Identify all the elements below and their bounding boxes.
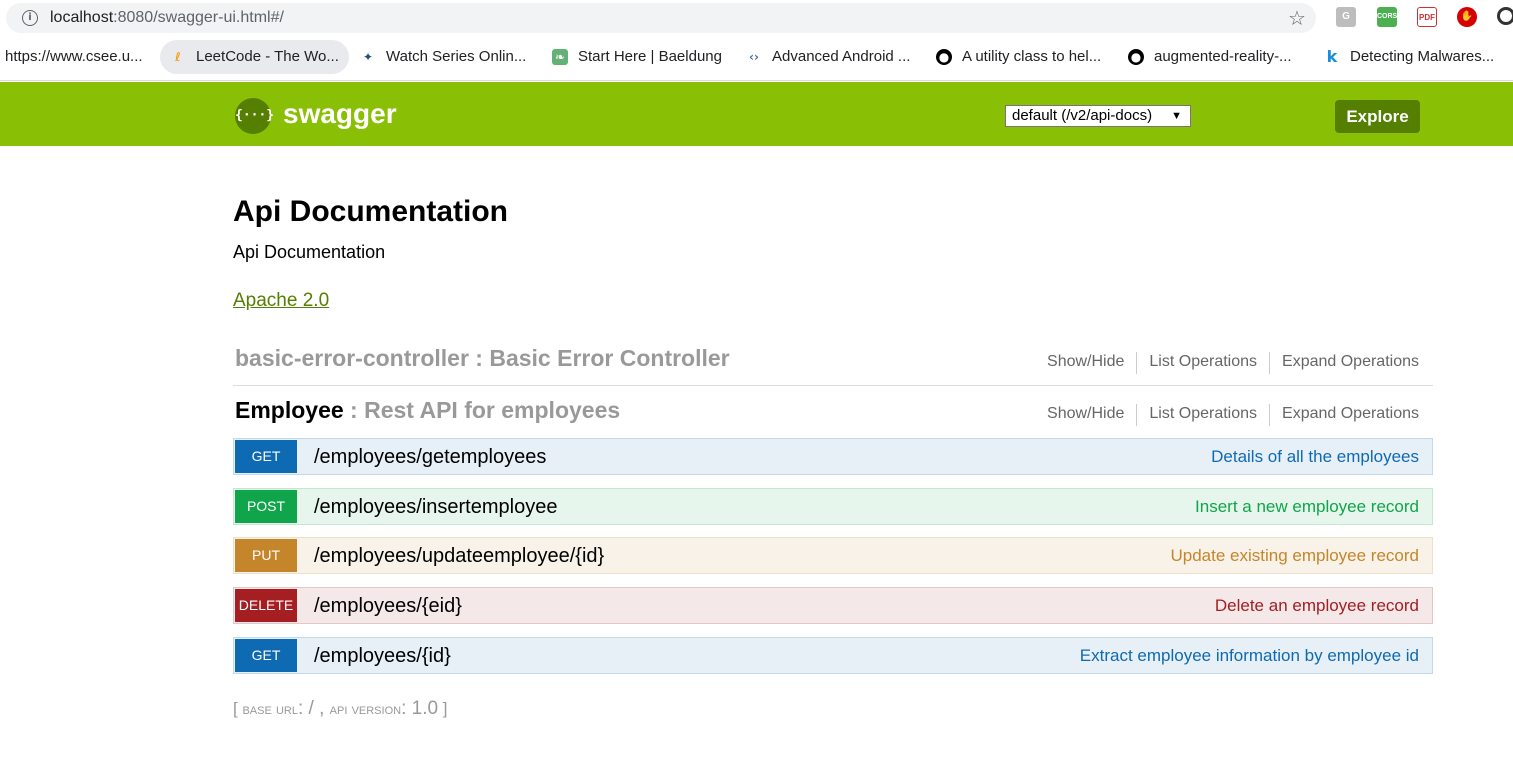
operation-summary[interactable]: Extract employee information by employee… (1080, 645, 1419, 667)
dropdown-arrow-icon: ▼ (1171, 110, 1182, 122)
resource-description: : Basic Error Controller (468, 345, 730, 371)
operation-path[interactable]: /employees/{id} (314, 644, 451, 668)
extension-edge-icon[interactable] (1497, 7, 1513, 25)
leetcode-icon: ℓ (175, 50, 181, 64)
method-badge[interactable]: POST (235, 490, 297, 523)
operation-update-employee[interactable]: PUT /employees/updateemployee/{id} Updat… (233, 537, 1433, 574)
api-version-label: api version (329, 701, 402, 718)
extension-pdf-icon[interactable]: PDF (1417, 7, 1437, 27)
bookmark-item[interactable]: https://www.csee.u... (5, 40, 143, 74)
operation-path[interactable]: /employees/{eid} (314, 594, 462, 618)
bookmark-label: Watch Series Onlin... (386, 48, 527, 65)
extension-block-icon[interactable]: ✋ (1457, 7, 1477, 27)
show-hide-link[interactable]: Show/Hide (1047, 352, 1136, 374)
github-icon: ● (1128, 49, 1144, 65)
swagger-header: {···} swagger default (/v2/api-docs) ▼ E… (0, 82, 1513, 146)
footer-bracket: ] (438, 699, 448, 718)
api-footer: [ base url: / , api version: 1.0 ] (233, 698, 448, 721)
url-path: :8080/swagger-ui.html#/ (113, 9, 284, 26)
operation-summary[interactable]: Insert a new employee record (1195, 496, 1419, 518)
extension-g-icon[interactable]: G (1336, 7, 1356, 27)
bookmark-item[interactable]: ● A utility class to hel... (936, 40, 1101, 74)
api-description: Api Documentation (233, 242, 386, 262)
bookmark-label: Start Here | Baeldung (578, 48, 722, 65)
operation-summary[interactable]: Delete an employee record (1215, 595, 1419, 617)
spec-select-value: default (/v2/api-docs) (1012, 107, 1153, 124)
bookmarks-bar: https://www.csee.u... ℓ LeetCode - The W… (0, 40, 1513, 76)
bookmark-item[interactable]: k Detecting Malwares... (1324, 40, 1495, 74)
resource-basic-error-controller: basic-error-controller : Basic Error Con… (233, 342, 1433, 386)
license-link[interactable]: Apache 2.0 (233, 290, 329, 312)
resource-name[interactable]: Employee (235, 397, 344, 423)
extension-cors-icon[interactable]: CORS (1377, 7, 1397, 27)
operation-summary[interactable]: Update existing employee record (1170, 545, 1419, 567)
method-badge[interactable]: GET (235, 639, 297, 672)
bookmark-label: A utility class to hel... (962, 48, 1102, 65)
resource-name[interactable]: basic-error-controller (235, 345, 469, 371)
expand-operations-link[interactable]: Expand Operations (1270, 352, 1419, 374)
bookmark-label: Detecting Malwares... (1350, 48, 1495, 65)
show-hide-link[interactable]: Show/Hide (1047, 404, 1136, 426)
bookmark-star-icon[interactable]: ☆ (1288, 6, 1306, 30)
info-icon[interactable]: i (22, 10, 38, 26)
resource-description: : Rest API for employees (343, 397, 621, 423)
series-icon: ✦ (362, 50, 374, 64)
list-operations-link[interactable]: List Operations (1137, 404, 1269, 426)
operation-delete-employee[interactable]: DELETE /employees/{eid} Delete an employ… (233, 587, 1433, 624)
resource-heading[interactable]: basic-error-controller : Basic Error Con… (235, 344, 730, 372)
operation-path[interactable]: /employees/insertemployee (314, 495, 557, 519)
github-icon: ● (936, 49, 952, 65)
bookmark-label: augmented-reality-... (1154, 48, 1292, 65)
bookmark-item[interactable]: ‹› Advanced Android ... (746, 40, 910, 74)
method-badge[interactable]: GET (235, 440, 297, 473)
code-icon: ‹› (749, 50, 759, 64)
method-badge[interactable]: DELETE (235, 589, 297, 622)
resource-links: Show/Hide List Operations Expand Operati… (1047, 404, 1419, 426)
url-text[interactable]: localhost:8080/swagger-ui.html#/ (50, 8, 284, 28)
bookmark-item[interactable]: ✦ Watch Series Onlin... (360, 40, 526, 74)
bookmark-label: https://www.csee.u... (5, 48, 143, 65)
resource-links: Show/Hide List Operations Expand Operati… (1047, 352, 1419, 374)
bookmark-label: Advanced Android ... (772, 48, 911, 65)
operation-path[interactable]: /employees/updateemployee/{id} (314, 544, 604, 568)
expand-operations-link[interactable]: Expand Operations (1270, 404, 1419, 426)
bookmark-label: LeetCode - The Wo... (196, 48, 339, 65)
base-url-value: : / , (297, 698, 330, 719)
baeldung-icon: ❧ (552, 49, 568, 65)
bookmark-item[interactable]: ❧ Start Here | Baeldung (552, 40, 722, 74)
url-host: localhost (50, 9, 114, 26)
operation-get-employee-by-id[interactable]: GET /employees/{id} Extract employee inf… (233, 637, 1433, 674)
address-bar[interactable]: i localhost:8080/swagger-ui.html#/ ☆ (6, 3, 1316, 33)
bookmark-item[interactable]: ● augmented-reality-... (1128, 40, 1292, 74)
operation-insert-employee[interactable]: POST /employees/insertemployee Insert a … (233, 488, 1433, 525)
operation-get-employees[interactable]: GET /employees/getemployees Details of a… (233, 438, 1433, 475)
method-badge[interactable]: PUT (235, 539, 297, 572)
swagger-logo-icon[interactable]: {···} (235, 98, 274, 134)
k-icon: k (1326, 47, 1338, 66)
explore-button[interactable]: Explore (1335, 100, 1420, 133)
api-title: Api Documentation (233, 195, 508, 228)
list-operations-link[interactable]: List Operations (1137, 352, 1269, 374)
bookmark-item[interactable]: ℓ LeetCode - The Wo... (160, 40, 349, 74)
spec-select[interactable]: default (/v2/api-docs) ▼ (1005, 105, 1191, 127)
divider (0, 80, 1513, 81)
operation-summary[interactable]: Details of all the employees (1211, 446, 1419, 468)
browser-chrome: i localhost:8080/swagger-ui.html#/ ☆ G C… (0, 0, 1513, 82)
api-version-value: : 1.0 (401, 698, 439, 719)
base-url-label: base url (242, 701, 298, 718)
resource-heading[interactable]: Employee : Rest API for employees (235, 396, 620, 424)
resource-employee: Employee : Rest API for employees Show/H… (233, 394, 1433, 438)
operation-path[interactable]: /employees/getemployees (314, 445, 546, 469)
swagger-logo-text[interactable]: swagger (283, 96, 397, 132)
